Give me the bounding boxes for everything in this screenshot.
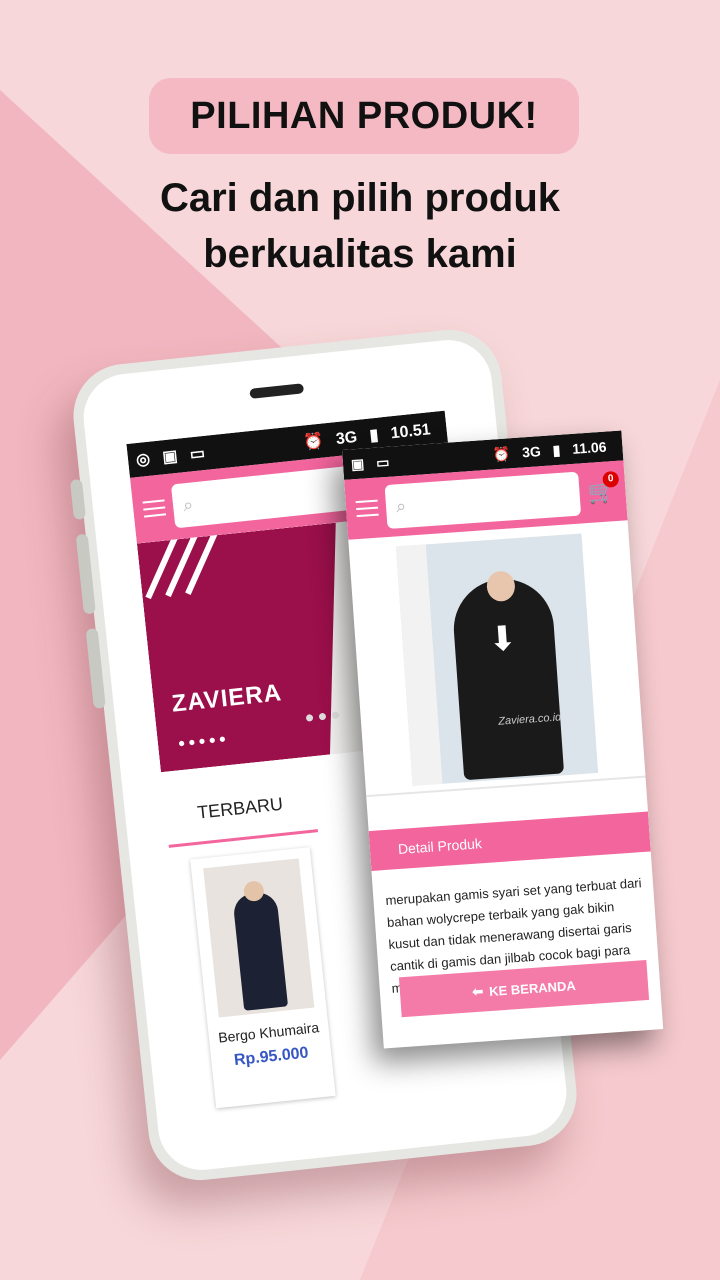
instagram-icon: ▣: [161, 447, 179, 467]
search-icon: ⌕: [395, 495, 407, 516]
cart-badge: 0: [602, 470, 620, 488]
search-icon: ⌕: [182, 493, 195, 515]
phone-speaker: [249, 383, 305, 399]
product-image: [203, 858, 315, 1018]
network-label: 3G: [521, 442, 542, 460]
back-button-label: KE BERANDA: [488, 977, 577, 999]
product-name: Bergo Khumaira: [217, 1019, 320, 1046]
tab-terbaru[interactable]: TERBARU: [164, 790, 315, 827]
cart-icon[interactable]: 🛒 0: [587, 470, 620, 507]
menu-icon[interactable]: [142, 499, 167, 518]
phone-mockup: ◎ ▣ ▭ ⏰ 3G ▮ 10.51 ⌕ ZAVIERA ●●●●● TERBA…: [0, 0, 720, 1280]
alarm-icon: ⏰: [492, 444, 511, 462]
network-label: 3G: [335, 428, 359, 449]
whatsapp-icon: ◎: [135, 450, 151, 470]
menu-icon[interactable]: [355, 499, 379, 518]
product-detail-screen: ▣ ▭ ⏰ 3G ▮ 11.06 ⌕ 🛒 0 ⬇ Zaviera.co.id D…: [342, 430, 664, 1049]
alarm-icon: ⏰: [302, 432, 325, 452]
detail-header-label: Detail Produk: [397, 835, 483, 858]
arrow-left-icon: ⬅: [471, 983, 484, 1000]
banner-shape: [137, 522, 370, 773]
screen-icon: ▭: [375, 453, 390, 471]
phone-side-button: [75, 533, 96, 615]
search-input[interactable]: ⌕: [384, 471, 582, 530]
download-icon[interactable]: ⬇: [481, 618, 524, 661]
status-time: 11.06: [571, 438, 607, 457]
battery-icon: ▮: [552, 441, 561, 458]
instagram-icon: ▣: [350, 455, 365, 472]
tab-indicator: [168, 829, 319, 848]
phone-side-button: [85, 628, 106, 709]
product-photo[interactable]: ⬇ Zaviera.co.id: [395, 533, 599, 786]
screen-icon: ▭: [189, 444, 206, 464]
status-time: 10.51: [389, 421, 432, 443]
phone-side-button: [69, 478, 86, 520]
product-price: Rp.95.000: [233, 1044, 310, 1070]
battery-icon: ▮: [368, 426, 380, 445]
product-card[interactable]: Bergo Khumaira Rp.95.000: [190, 847, 336, 1109]
